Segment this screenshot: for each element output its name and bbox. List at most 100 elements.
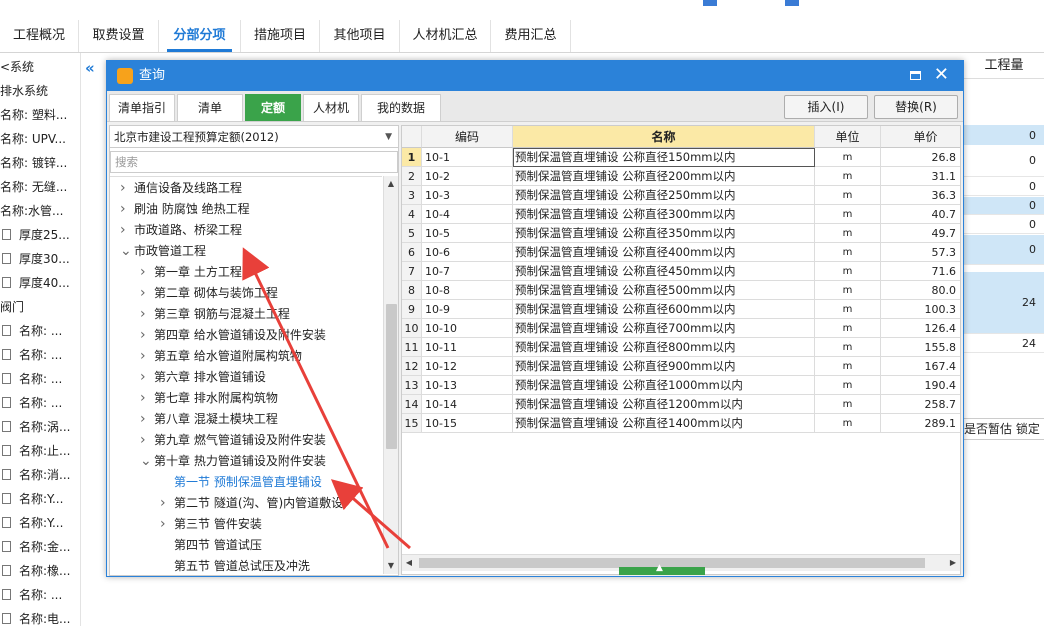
tree-node[interactable]: 名称:涡... [0,415,80,439]
quota-tree-node[interactable]: 第四节 管道试压 [160,535,262,556]
unit-cell[interactable]: m [815,148,881,167]
replace-button[interactable]: 替换(R) [874,95,958,119]
quota-tree-node[interactable]: › 第四章 给水管道铺设及附件安装 [140,325,326,346]
tree-node[interactable]: 名称: 无缝... [0,175,80,199]
code-cell[interactable]: 10-7 [422,262,513,281]
unit-cell[interactable]: m [815,300,881,319]
price-cell[interactable]: 190.4 [881,376,960,395]
price-cell[interactable]: 289.1 [881,414,960,433]
table-row[interactable]: 9 10-9 预制保温管直埋铺设 公称直径600mm以内 m 100.3 [402,300,960,319]
name-cell[interactable]: 预制保温管直埋铺设 公称直径450mm以内 [513,262,815,281]
table-row[interactable]: 11 10-11 预制保温管直埋铺设 公称直径800mm以内 m 155.8 [402,338,960,357]
chevron-right-icon[interactable]: › [120,220,134,241]
chevron-right-icon[interactable]: › [120,199,134,220]
row-number[interactable]: 3 [402,186,422,205]
scroll-down-icon[interactable]: ▼ [384,558,398,574]
tree-node[interactable]: 名称: ... [0,583,80,607]
quota-tree-node[interactable]: › 第八章 混凝土模块工程 [140,409,278,430]
chevron-right-icon[interactable]: › [140,346,154,367]
row-number[interactable]: 12 [402,357,422,376]
quota-tree-node[interactable]: ⌄ 第十章 热力管道铺设及附件安装 [140,451,326,472]
tree-node[interactable]: 厚度25... [0,223,80,247]
unit-cell[interactable]: m [815,376,881,395]
dialog-titlebar[interactable]: 查询 ✕ [107,61,963,91]
splitter-handle[interactable]: ▲ [619,563,705,575]
quantity-cell[interactable]: 24 [964,272,1044,334]
table-row[interactable]: 14 10-14 预制保温管直埋铺设 公称直径1200mm以内 m 258.7 [402,395,960,414]
quantity-cell[interactable]: 24 [964,335,1044,353]
name-cell[interactable]: 预制保温管直埋铺设 公称直径800mm以内 [513,338,815,357]
unit-cell[interactable]: m [815,338,881,357]
price-cell[interactable]: 167.4 [881,357,960,376]
name-header[interactable]: 名称 [513,126,815,148]
price-cell[interactable]: 126.4 [881,319,960,338]
quota-tree-node[interactable]: › 第三章 钢筋与混凝土工程 [140,304,290,325]
library-select[interactable]: 北京市建设工程预算定额(2012) ▼ [110,126,398,148]
row-number[interactable]: 9 [402,300,422,319]
row-number[interactable]: 14 [402,395,422,414]
scroll-thumb[interactable] [386,304,397,449]
code-cell[interactable]: 10-15 [422,414,513,433]
tab-measures[interactable]: 措施项目 [241,20,320,52]
unit-cell[interactable]: m [815,186,881,205]
code-cell[interactable]: 10-9 [422,300,513,319]
table-row[interactable]: 15 10-15 预制保温管直埋铺设 公称直径1400mm以内 m 289.1 [402,414,960,433]
tab-overview[interactable]: 工程概况 [0,20,79,52]
code-cell[interactable]: 10-10 [422,319,513,338]
row-number[interactable]: 15 [402,414,422,433]
tree-node[interactable]: 阀门 [0,295,80,319]
tree-node[interactable]: 名称:橡... [0,559,80,583]
unit-cell[interactable]: m [815,281,881,300]
row-number[interactable]: 10 [402,319,422,338]
code-cell[interactable]: 10-8 [422,281,513,300]
quantity-cell[interactable]: 0 [964,197,1044,215]
name-cell[interactable]: 预制保温管直埋铺设 公称直径300mm以内 [513,205,815,224]
tab-fee-summary[interactable]: 费用汇总 [491,20,571,52]
price-cell[interactable]: 71.6 [881,262,960,281]
name-cell[interactable]: 预制保温管直埋铺设 公称直径200mm以内 [513,167,815,186]
collapse-icon[interactable]: « [85,59,95,77]
name-cell[interactable]: 预制保温管直埋铺设 公称直径700mm以内 [513,319,815,338]
price-cell[interactable]: 155.8 [881,338,960,357]
tree-node[interactable]: 名称: ... [0,319,80,343]
unit-cell[interactable]: m [815,205,881,224]
tab-quota[interactable]: 定额 [245,94,301,121]
table-row[interactable]: 6 10-6 预制保温管直埋铺设 公称直径400mm以内 m 57.3 [402,243,960,262]
tree-node[interactable]: 名称: ... [0,367,80,391]
tree-node[interactable]: 名称:消... [0,463,80,487]
table-row[interactable]: 2 10-2 预制保温管直埋铺设 公称直径200mm以内 m 31.1 [402,167,960,186]
quota-tree-node[interactable]: 第一节 预制保温管直埋铺设 [160,472,322,493]
quantity-cell[interactable]: 0 [964,178,1044,196]
table-row[interactable]: 5 10-5 预制保温管直埋铺设 公称直径350mm以内 m 49.7 [402,224,960,243]
code-cell[interactable]: 10-6 [422,243,513,262]
unit-cell[interactable]: m [815,224,881,243]
code-cell[interactable]: 10-12 [422,357,513,376]
row-number[interactable]: 8 [402,281,422,300]
row-number[interactable]: 1 [402,148,422,167]
code-cell[interactable]: 10-4 [422,205,513,224]
table-row[interactable]: 1 10-1 预制保温管直埋铺设 公称直径150mm以内 m 26.8 [402,148,960,167]
quantity-cell[interactable]: 0 [964,145,1044,177]
quota-tree-node[interactable]: › 通信设备及线路工程 [120,178,242,199]
price-cell[interactable]: 49.7 [881,224,960,243]
chevron-right-icon[interactable]: › [140,283,154,304]
unit-cell[interactable]: m [815,357,881,376]
unit-cell[interactable]: m [815,167,881,186]
quota-tree-node[interactable]: › 第一章 土方工程 [140,262,242,283]
chevron-right-icon[interactable]: › [160,514,174,535]
quantity-cell[interactable]: 0 [964,216,1044,234]
tab-bill-guide[interactable]: 清单指引 [109,94,175,121]
chevron-down-icon[interactable]: ▼ [385,126,392,148]
search-input[interactable]: 搜索 [110,151,398,173]
price-cell[interactable]: 80.0 [881,281,960,300]
price-cell[interactable]: 258.7 [881,395,960,414]
tab-labor-material[interactable]: 人材机 [303,94,359,121]
quota-tree-node[interactable]: ⌄ 市政管道工程 [120,241,206,262]
chevron-right-icon[interactable]: › [140,262,154,283]
chevron-right-icon[interactable]: › [120,178,134,199]
code-cell[interactable]: 10-5 [422,224,513,243]
row-number[interactable]: 13 [402,376,422,395]
quantity-cell[interactable]: 0 [964,125,1044,147]
tree-node[interactable]: <系统 [0,55,80,79]
tree-node[interactable]: 名称:水管... [0,199,80,223]
